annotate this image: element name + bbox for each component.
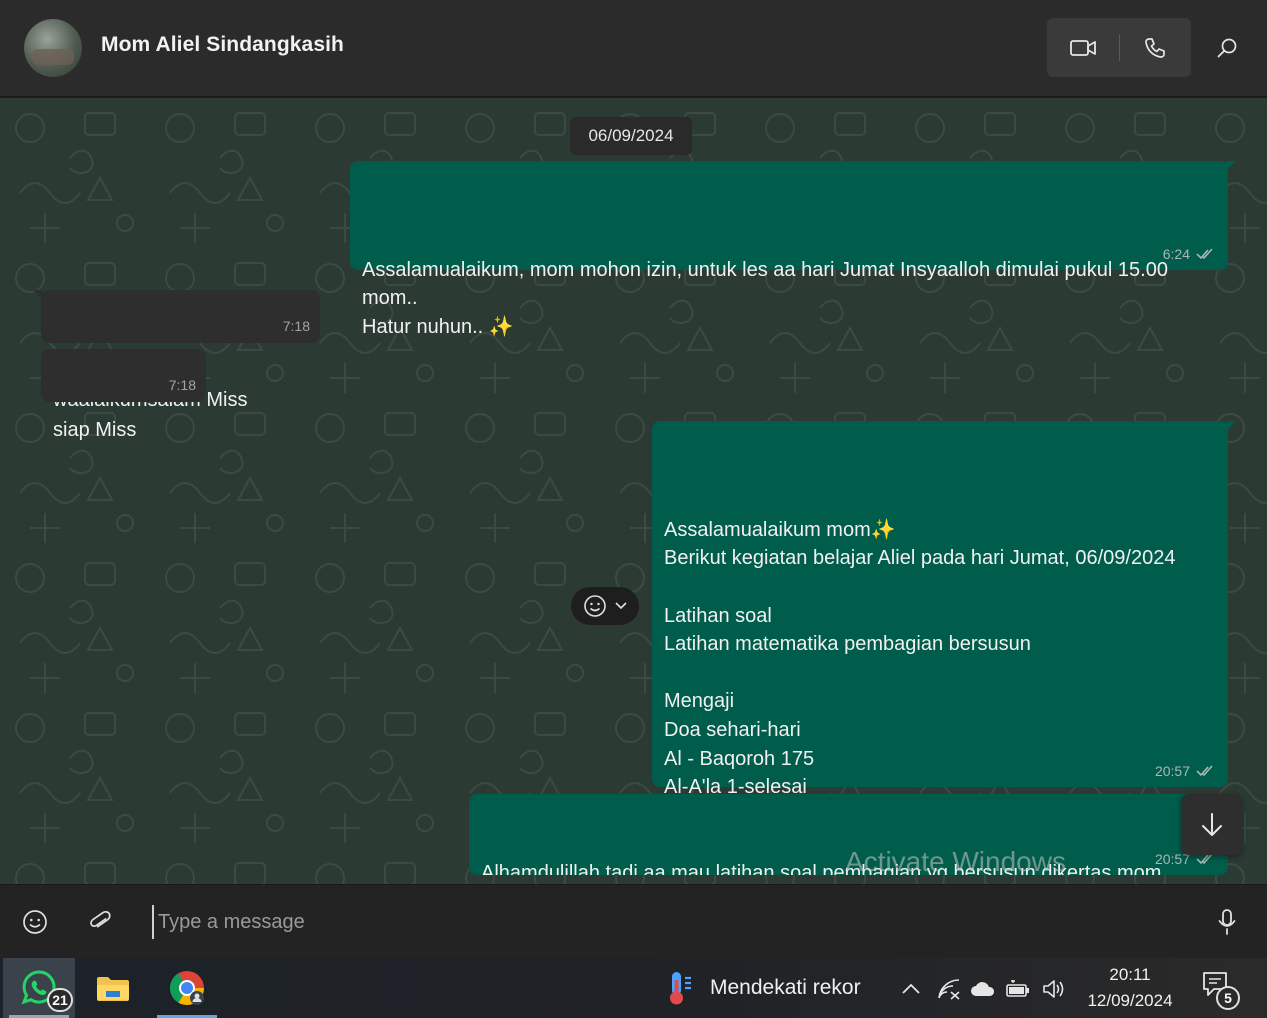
- chat-area[interactable]: 06/09/2024 Assalamualaikum, mom mohon iz…: [0, 98, 1267, 884]
- message-time: 7:18: [168, 377, 196, 393]
- wifi-icon: [938, 979, 960, 1000]
- chrome-icon: [170, 971, 204, 1005]
- message-composer: [0, 884, 1267, 958]
- unread-badge: 21: [47, 988, 73, 1012]
- message-meta: 7:18: [169, 377, 196, 393]
- battery-status[interactable]: [1004, 975, 1032, 1003]
- notification-count-badge: 5: [1216, 986, 1240, 1010]
- folder-icon: [97, 977, 129, 1001]
- arrow-down-icon: [1201, 812, 1222, 836]
- bubble-tail: [1226, 161, 1236, 171]
- incoming-message[interactable]: waalaikumsalam Miss 7:18: [33, 290, 320, 411]
- video-camera-icon: [1070, 39, 1096, 56]
- bubble-tail: [33, 290, 43, 300]
- taskbar-app-whatsapp[interactable]: 21: [3, 958, 75, 1018]
- voice-call-button[interactable]: [1119, 18, 1191, 77]
- double-check-icon: [1196, 765, 1213, 777]
- smiley-icon: [584, 595, 606, 617]
- taskbar-app-chrome[interactable]: [151, 958, 223, 1018]
- bubble-tail: [1226, 421, 1236, 431]
- battery-icon: [1006, 980, 1029, 997]
- emoji-button[interactable]: [16, 903, 54, 941]
- voice-message-button[interactable]: [1208, 903, 1246, 941]
- message-time: 20:57: [1154, 763, 1190, 779]
- call-button-group: [1047, 18, 1191, 77]
- outgoing-message[interactable]: Assalamualaikum mom✨ Berikut kegiatan be…: [652, 421, 1236, 855]
- weather-text: Mendekati rekor: [710, 976, 861, 999]
- chevron-down-icon: [615, 602, 627, 610]
- message-text: Assalamualaikum, mom mohon izin, untuk l…: [362, 258, 1168, 338]
- taskbar-app-file-explorer[interactable]: [77, 958, 149, 1018]
- windows-taskbar: 21 Mendekati rekor 20:11 12/09/2024 5: [0, 958, 1267, 1018]
- message-text: Alhamdulillah tadi aa mau latihan soal p…: [481, 862, 1162, 875]
- microphone-icon: [1218, 909, 1236, 935]
- clock-time: 20:11: [1109, 965, 1151, 984]
- outgoing-message[interactable]: Assalamualaikum, mom mohon izin, untuk l…: [350, 161, 1236, 338]
- notification-center-button[interactable]: 5: [1200, 970, 1244, 1010]
- phone-icon: [1145, 37, 1165, 58]
- search-icon: [1217, 38, 1237, 58]
- paperclip-icon: [90, 910, 111, 928]
- cloud-icon: [971, 982, 995, 996]
- speaker-icon: [1043, 980, 1064, 998]
- onedrive-status[interactable]: [969, 975, 997, 1003]
- message-time: 7:18: [282, 318, 310, 334]
- contact-name[interactable]: Mom Aliel Sindangkasih: [101, 33, 344, 57]
- message-time: 6:24: [1162, 246, 1190, 262]
- incoming-message[interactable]: siap Miss 7:18: [41, 349, 206, 441]
- scroll-to-bottom-button[interactable]: [1181, 794, 1242, 855]
- message-meta: 6:24: [1163, 246, 1214, 262]
- weather-widget[interactable]: Mendekati rekor: [664, 958, 861, 1018]
- double-check-icon: [1196, 248, 1213, 260]
- message-text: siap Miss: [53, 419, 137, 442]
- date-divider: 06/09/2024: [570, 117, 692, 155]
- emoji-icon: [23, 910, 47, 934]
- chat-header: Mom Aliel Sindangkasih: [0, 0, 1267, 97]
- volume-control[interactable]: [1040, 975, 1068, 1003]
- reaction-button[interactable]: [571, 587, 639, 625]
- message-meta: 7:18: [283, 318, 310, 334]
- message-meta: 20:57: [1155, 763, 1214, 779]
- chevron-up-icon: [902, 983, 920, 994]
- video-call-button[interactable]: [1047, 18, 1119, 77]
- thermometer-icon: [670, 972, 691, 1005]
- clock-date: 12/09/2024: [1087, 991, 1173, 1010]
- contact-avatar[interactable]: [24, 19, 82, 77]
- show-hidden-icons-button[interactable]: [897, 975, 925, 1003]
- attach-button[interactable]: [81, 903, 119, 941]
- system-clock[interactable]: 20:11 12/09/2024: [1078, 962, 1182, 1014]
- outgoing-message[interactable]: Alhamdulillah tadi aa mau latihan soal p…: [469, 794, 1228, 875]
- search-button[interactable]: [1206, 28, 1248, 68]
- network-status[interactable]: [935, 975, 963, 1003]
- message-input[interactable]: [152, 905, 802, 939]
